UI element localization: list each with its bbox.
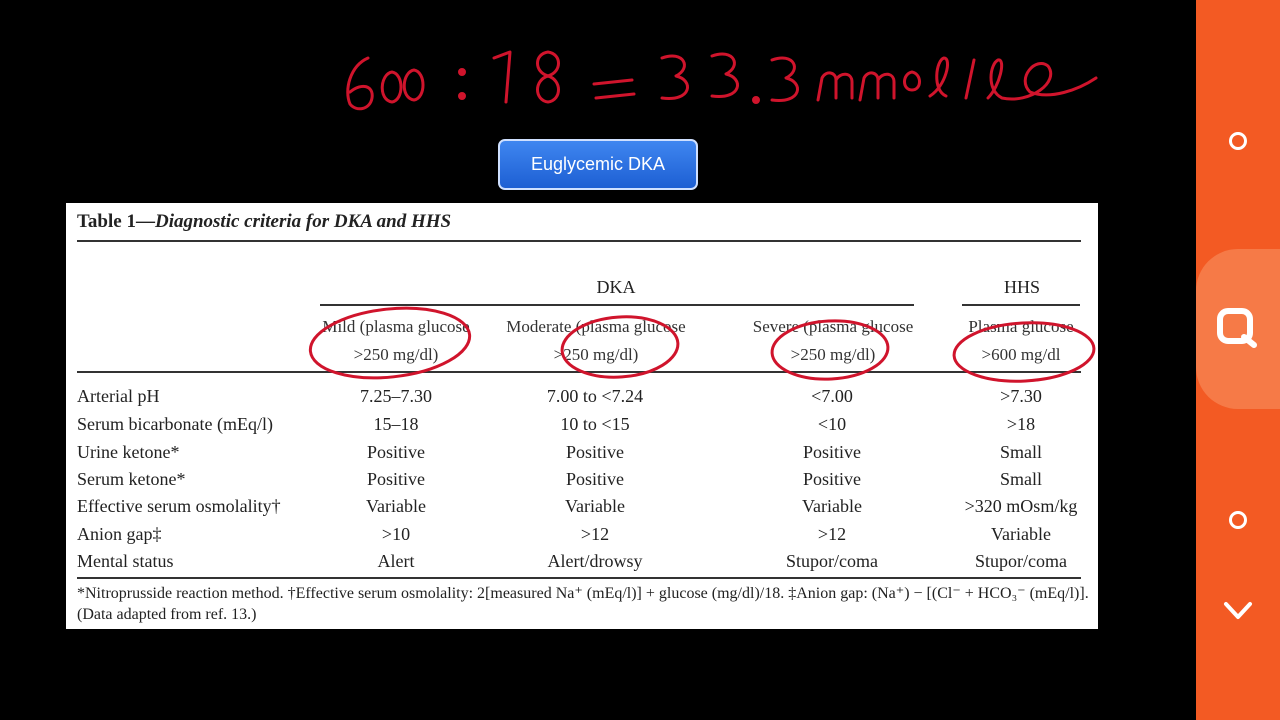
cell-mild: Variable	[366, 496, 426, 516]
row-label: Anion gap‡	[77, 524, 162, 544]
bottom-rule	[77, 577, 1081, 579]
diagnostic-criteria-table: Table 1—Diagnostic criteria for DKA and …	[66, 203, 1098, 629]
handwritten-unit-mm	[816, 71, 896, 102]
handwritten-digit-3	[710, 52, 739, 98]
handwritten-unit-l	[986, 58, 1098, 101]
cell-hhs: Stupor/coma	[975, 551, 1067, 571]
cell-hhs: >18	[1006, 414, 1036, 434]
table-row: Serum bicarbonate (mEq/l) 15–18 10 to <1…	[66, 414, 1098, 441]
euglycemic-dka-badge: Euglycemic DKA	[498, 139, 698, 190]
table-row: Mental status Alert Alert/drowsy Stupor/…	[66, 551, 1098, 578]
handwritten-digit-8	[536, 50, 560, 104]
hhs-rule	[962, 304, 1080, 306]
cell-hhs: >7.30	[1000, 386, 1042, 406]
handwritten-slash	[964, 58, 976, 100]
handwritten-equals	[592, 78, 634, 86]
dka-group-header: DKA	[596, 277, 636, 297]
handwritten-decimal-point	[752, 96, 760, 104]
row-label: Mental status	[77, 551, 174, 571]
top-rule	[77, 240, 1081, 242]
table-title-italic: Diagnostic criteria for DKA and HHS	[154, 211, 452, 232]
table-row: Effective serum osmolality† Variable Var…	[66, 496, 1098, 523]
cell-moderate: Variable	[565, 496, 625, 516]
cell-hhs: Small	[999, 469, 1042, 489]
table-row: Anion gap‡ >10 >12 >12 Variable	[66, 524, 1098, 551]
sidebar-circle-button-bottom[interactable]	[1196, 505, 1280, 535]
subheader-hhs: Plasma glucose >600 mg/dl	[952, 313, 1090, 369]
handwritten-digit-1	[492, 50, 512, 104]
handwritten-digit-0	[380, 70, 403, 104]
subheader-mild: Mild (plasma glucose >250 mg/dl)	[306, 313, 486, 369]
cell-hhs: >320 mOsm/kg	[964, 496, 1078, 516]
cell-hhs: Variable	[991, 524, 1051, 544]
sidebar-circle-button-top[interactable]	[1196, 126, 1280, 156]
cell-severe: Positive	[802, 469, 861, 489]
handwritten-digit-3	[770, 56, 799, 102]
table-row: Serum ketone* Positive Positive Positive…	[66, 469, 1098, 496]
chevron-down-icon	[1224, 602, 1252, 619]
row-label: Arterial pH	[77, 386, 160, 406]
footnote-line1: *Nitroprusside reaction method. †Effecti…	[77, 585, 1089, 602]
subheader-severe-line1: Severe (plasma glucose	[752, 317, 914, 336]
hhs-group-header: HHS	[1003, 277, 1040, 297]
cell-mild: Positive	[366, 442, 425, 462]
handwritten-colon	[458, 68, 466, 76]
row-label: Urine ketone*	[77, 442, 180, 462]
circle-icon	[1229, 132, 1247, 150]
cell-severe: Stupor/coma	[786, 551, 878, 571]
subheader-hhs-line2: >600 mg/dl	[981, 345, 1061, 364]
sidebar	[1196, 0, 1280, 720]
table-title-prefix: Table 1—	[77, 211, 155, 232]
video-canvas: Euglycemic DKA Table 1—Diagnostic criter…	[0, 0, 1196, 720]
subheader-severe: Severe (plasma glucose >250 mg/dl)	[740, 313, 926, 369]
cell-severe: Positive	[802, 442, 861, 462]
cell-mild: Positive	[366, 469, 425, 489]
cell-mild: Alert	[377, 551, 415, 571]
search-icon	[1217, 308, 1257, 348]
circle-icon	[1229, 511, 1247, 529]
subheader-severe-line2: >250 mg/dl)	[790, 345, 876, 364]
row-label: Serum ketone*	[77, 469, 186, 489]
cell-moderate: Positive	[565, 469, 624, 489]
handwritten-equals	[594, 92, 636, 100]
handwritten-unit-o	[903, 70, 921, 92]
subheader-hhs-line1: Plasma glucose	[968, 317, 1074, 336]
cell-severe: <7.00	[811, 386, 853, 406]
header-rule	[77, 371, 1081, 373]
cell-moderate: 7.00 to <7.24	[546, 386, 644, 406]
table-footnote: *Nitroprusside reaction method. †Effecti…	[77, 583, 1091, 625]
table-row: Urine ketone* Positive Positive Positive…	[66, 442, 1098, 469]
cell-mild: >10	[381, 524, 411, 544]
subheader-moderate-line2: >250 mg/dl)	[553, 345, 639, 364]
cell-severe: <10	[817, 414, 847, 434]
subheader-mild-line2: >250 mg/dl)	[353, 345, 439, 364]
cell-hhs: Small	[999, 442, 1042, 462]
cell-moderate: 10 to <15	[560, 414, 630, 434]
cell-moderate: >12	[580, 524, 610, 544]
row-label: Effective serum osmolality†	[77, 496, 281, 516]
sidebar-search-button[interactable]	[1196, 249, 1280, 409]
subheader-moderate: Moderate (plasma glucose >250 mg/dl)	[500, 313, 692, 369]
handwritten-unit-l	[928, 56, 949, 98]
dka-rule	[320, 304, 914, 306]
cell-moderate: Positive	[565, 442, 624, 462]
cell-severe: >12	[817, 524, 847, 544]
table-row: Arterial pH 7.25–7.30 7.00 to <7.24 <7.0…	[66, 386, 1098, 413]
handwritten-digit-0	[402, 68, 425, 102]
sidebar-down-button[interactable]	[1196, 596, 1280, 626]
handwritten-digit-6	[346, 56, 374, 111]
cell-moderate: Alert/drowsy	[547, 551, 643, 571]
cell-mild: 7.25–7.30	[360, 386, 432, 406]
table-title: Table 1—Diagnostic criteria for DKA and …	[77, 211, 451, 233]
footnote-line2: (Data adapted from ref. 13.)	[77, 606, 257, 623]
subheader-mild-line1: Mild (plasma glucose	[322, 317, 470, 336]
row-label: Serum bicarbonate (mEq/l)	[77, 414, 273, 434]
cell-severe: Variable	[802, 496, 862, 516]
subheader-moderate-line1: Moderate (plasma glucose	[506, 317, 686, 336]
cell-mild: 15–18	[373, 414, 419, 434]
handwritten-colon	[458, 92, 466, 100]
handwritten-digit-3	[660, 54, 689, 100]
